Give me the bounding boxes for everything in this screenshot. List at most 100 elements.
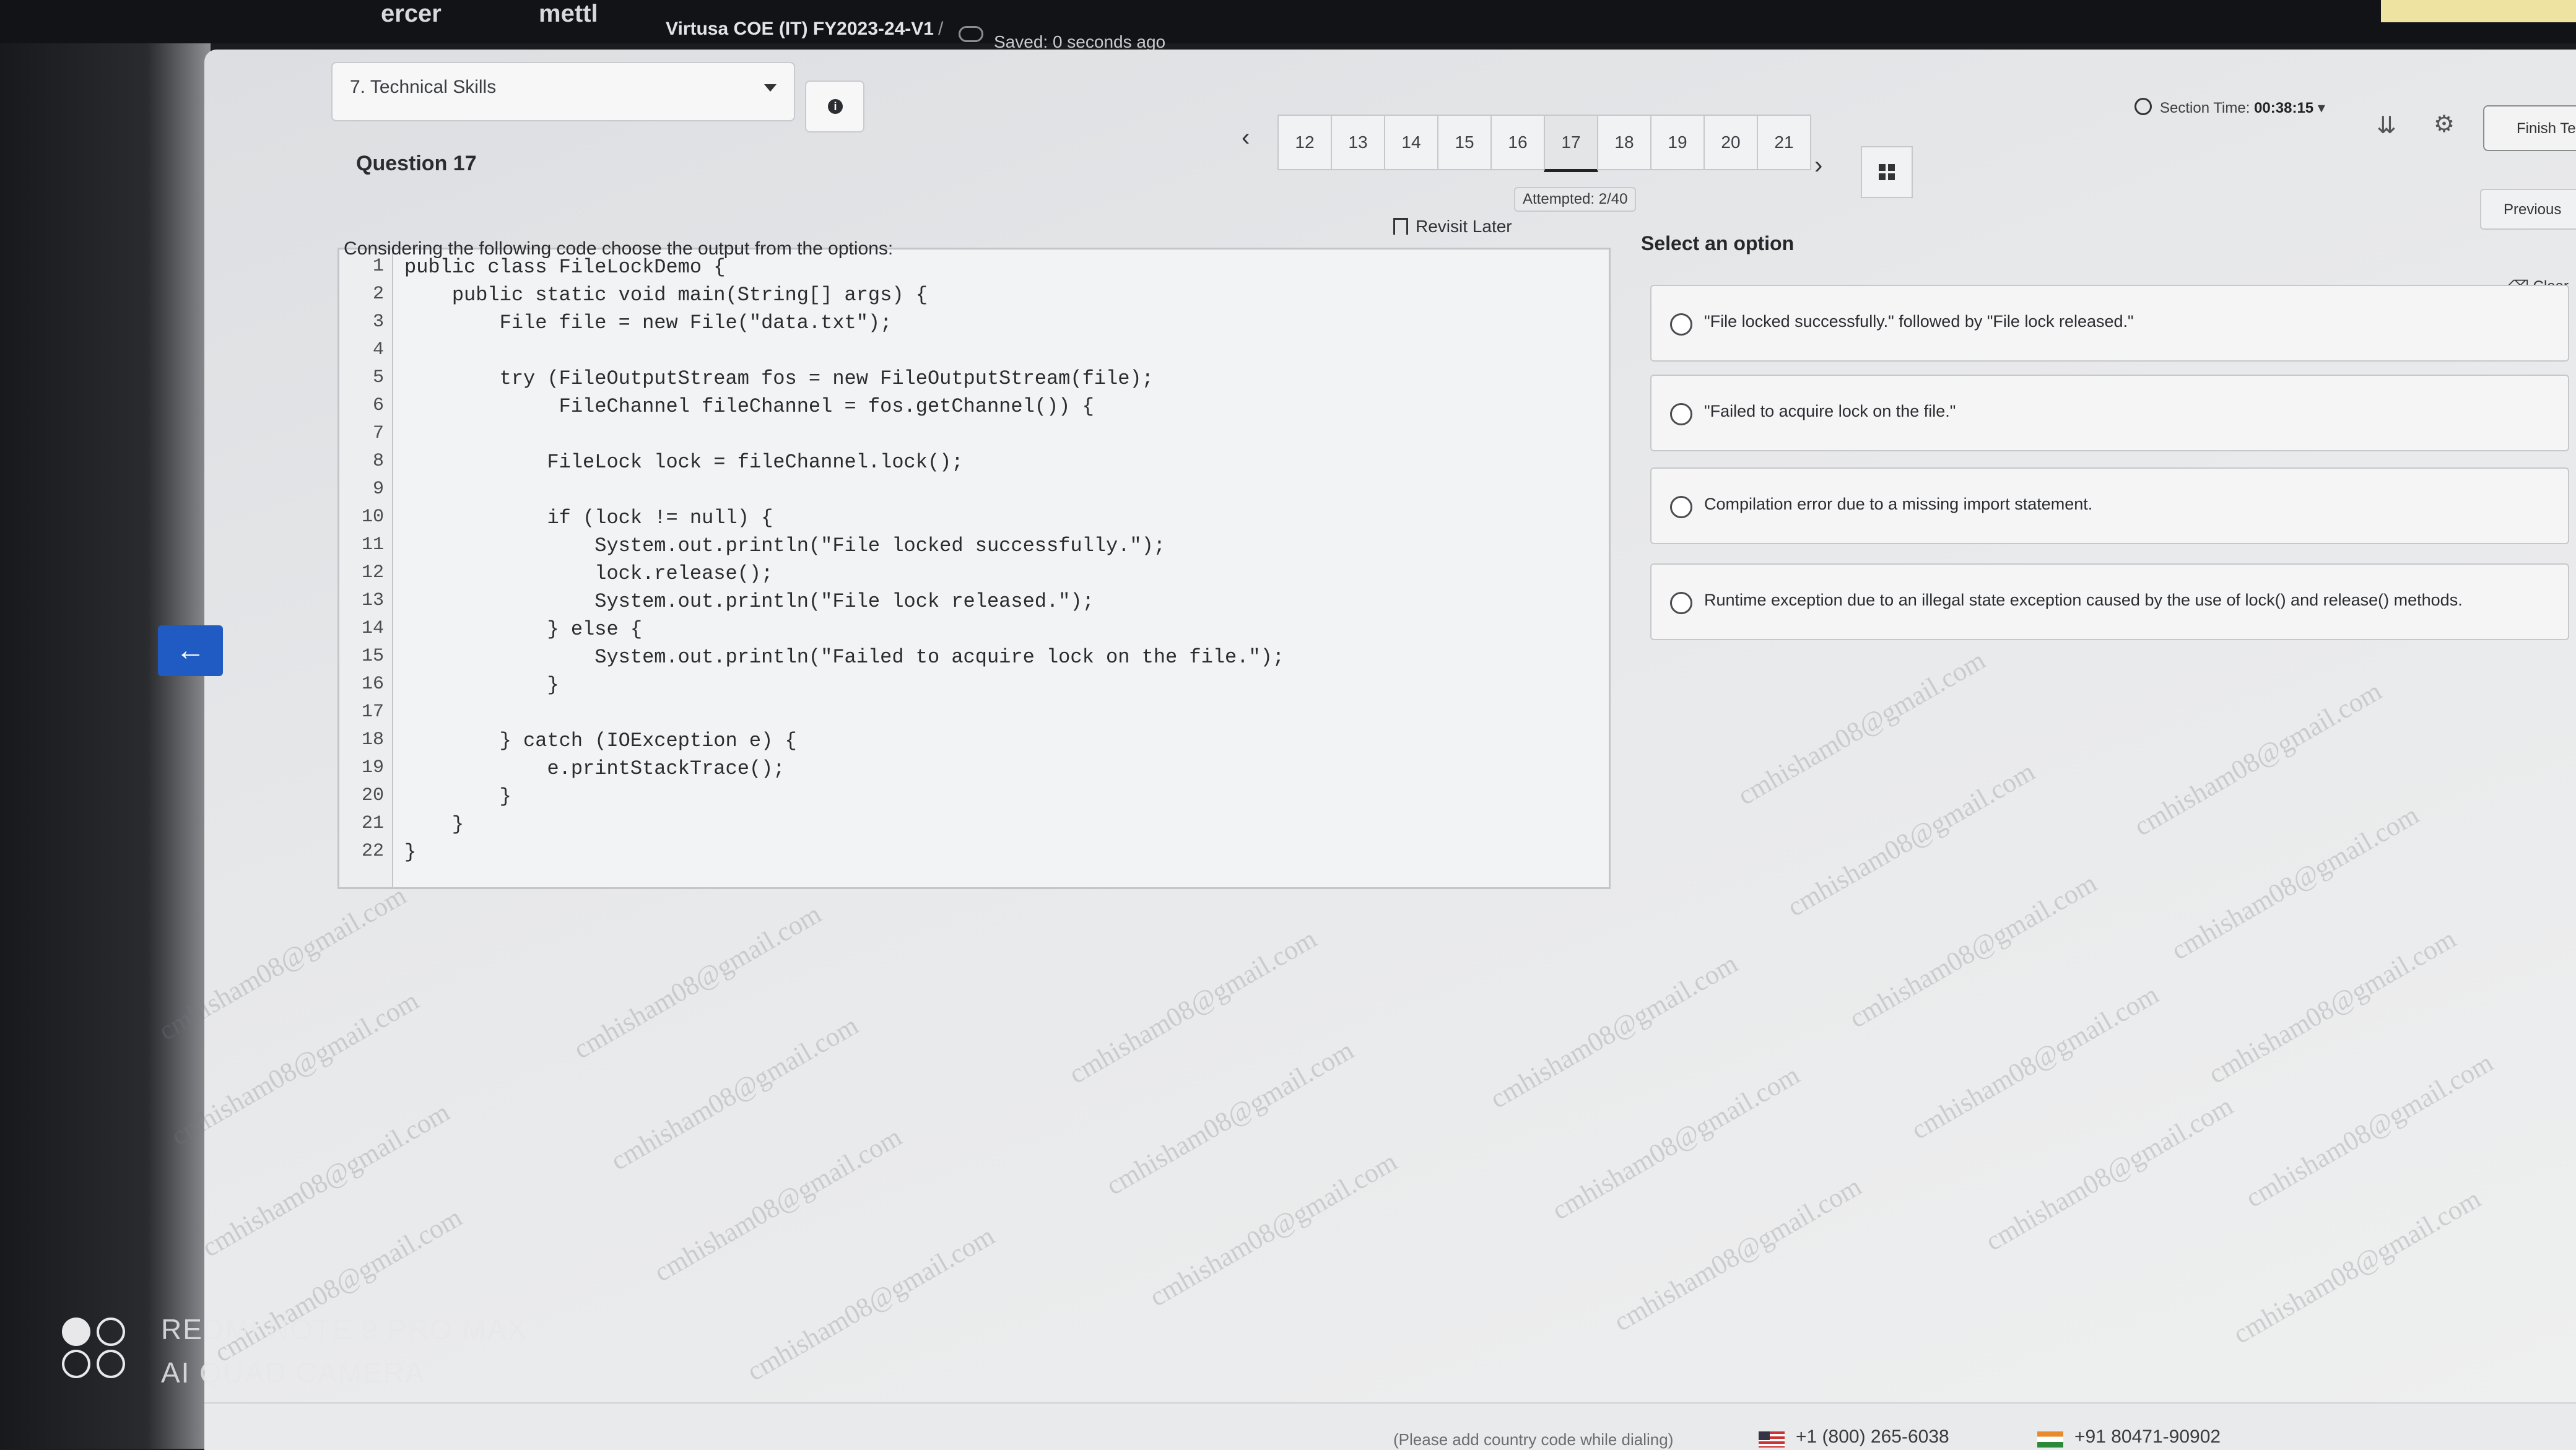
code-line: 12 lock.release(); <box>339 562 1578 590</box>
cloud-icon <box>959 26 983 42</box>
code-line: 22} <box>339 841 1578 869</box>
finish-test-label: Finish Te <box>2517 120 2576 137</box>
line-number: 22 <box>361 841 384 862</box>
page-button[interactable]: 13 <box>1331 115 1385 170</box>
revisit-later-button[interactable]: Revisit Later <box>1393 217 1512 237</box>
answer-option[interactable]: Runtime exception due to an illegal stat… <box>1650 563 2569 640</box>
section-time-label: Section Time: <box>2160 100 2250 116</box>
page-button[interactable]: 12 <box>1277 115 1332 170</box>
code-text: } <box>404 813 464 836</box>
dial-note: (Please add country code while dialing) <box>1393 1430 1674 1449</box>
radio-button[interactable] <box>1670 313 1692 336</box>
breadcrumb-separator: / <box>938 19 944 39</box>
camera-tagline: AI QUAD CAMERA <box>161 1357 425 1389</box>
section-timer: Section Time: 00:38:15 ▾ <box>2160 99 2325 117</box>
finish-test-button[interactable]: Finish Te <box>2483 105 2576 151</box>
code-text: } catch (IOException e) { <box>404 729 797 752</box>
page-button[interactable]: 19 <box>1650 115 1705 170</box>
code-text: FileChannel fileChannel = fos.getChannel… <box>404 395 1094 418</box>
code-text: System.out.println("File locked successf… <box>404 534 1165 557</box>
camera-model: REDMI NOTE 9 PRO MAX <box>161 1313 528 1345</box>
line-number: 20 <box>361 785 384 806</box>
question-title: Question 17 <box>356 152 477 175</box>
code-text: FileLock lock = fileChannel.lock(); <box>404 451 964 474</box>
code-line: 5 try (FileOutputStream fos = new FileOu… <box>339 367 1578 395</box>
page-button-active[interactable]: 17 <box>1544 115 1598 172</box>
line-number: 5 <box>372 367 384 388</box>
section-dropdown[interactable]: 7. Technical Skills <box>331 62 795 121</box>
radio-button[interactable] <box>1670 403 1692 425</box>
line-number: 15 <box>361 646 384 667</box>
arrow-left-icon[interactable]: ← <box>158 625 223 676</box>
page-button[interactable]: 15 <box>1437 115 1492 170</box>
page-button[interactable]: 14 <box>1384 115 1438 170</box>
answer-option[interactable]: "File locked successfully." followed by … <box>1650 285 2569 362</box>
code-line: 9 <box>339 479 1578 506</box>
code-line: 19 e.printStackTrace(); <box>339 757 1578 785</box>
line-number: 13 <box>361 590 384 611</box>
code-text: } <box>404 841 417 864</box>
section-dropdown-value: 7. Technical Skills <box>350 77 497 97</box>
code-text: try (FileOutputStream fos = new FileOutp… <box>404 367 1154 390</box>
device-bezel <box>0 43 211 1449</box>
revisit-later-label: Revisit Later <box>1416 217 1512 236</box>
code-line: 18 } catch (IOException e) { <box>339 729 1578 757</box>
line-number: 6 <box>372 395 384 416</box>
test-title: Virtusa COE (IT) FY2023-24-V1 <box>666 19 934 39</box>
page-button[interactable]: 20 <box>1704 115 1758 170</box>
line-number: 9 <box>372 479 384 500</box>
answer-option[interactable]: "Failed to acquire lock on the file." <box>1650 375 2569 451</box>
code-text: } else { <box>404 618 643 641</box>
brand-left: ercer <box>381 0 442 27</box>
code-text: e.printStackTrace(); <box>404 757 785 780</box>
previous-button[interactable]: Previous <box>2480 189 2576 230</box>
page-button[interactable]: 18 <box>1597 115 1651 170</box>
grid-icon <box>1879 164 1895 180</box>
line-number: 21 <box>361 813 384 834</box>
line-number: 10 <box>361 506 384 527</box>
question-prompt: Considering the following code choose th… <box>344 238 894 259</box>
code-line: 7 <box>339 423 1578 451</box>
section-time-value: 00:38:15 <box>2254 100 2314 116</box>
code-line: 3 File file = new File("data.txt"); <box>339 311 1578 339</box>
code-line: 21 } <box>339 813 1578 841</box>
select-option-label: Select an option <box>1641 232 1795 254</box>
line-number: 4 <box>372 339 384 360</box>
support-phone-in: +91 80471-90902 <box>2074 1426 2221 1447</box>
code-line: 10 if (lock != null) { <box>339 506 1578 534</box>
info-icon: i <box>828 99 843 114</box>
code-line: 16 } <box>339 674 1578 701</box>
chevron-left-icon[interactable]: ‹ <box>1242 124 1250 152</box>
bookmark-icon <box>1393 218 1408 235</box>
code-panel: 1 public class FileLockDemo { 2 public st… <box>337 248 1611 889</box>
info-button[interactable]: i <box>805 80 864 132</box>
page-button[interactable]: 16 <box>1490 115 1545 170</box>
question-grid-button[interactable] <box>1861 146 1913 198</box>
radio-button[interactable] <box>1670 592 1692 614</box>
page-button[interactable]: 21 <box>1757 115 1811 170</box>
line-number: 17 <box>361 701 384 723</box>
answer-option-text: Compilation error due to a missing impor… <box>1704 495 2093 513</box>
code-text: } <box>404 785 511 808</box>
chevron-right-icon[interactable]: › <box>1814 152 1822 180</box>
chevron-down-icon[interactable]: ▾ <box>2318 100 2325 116</box>
radio-button[interactable] <box>1670 496 1692 518</box>
top-banner <box>2381 0 2576 22</box>
line-number: 7 <box>372 423 384 444</box>
previous-label: Previous <box>2504 201 2562 218</box>
line-number: 2 <box>372 284 384 305</box>
india-flag-icon <box>2037 1431 2063 1448</box>
line-number: 12 <box>361 562 384 583</box>
answer-option[interactable]: Compilation error due to a missing impor… <box>1650 467 2569 544</box>
code-line: 4 <box>339 339 1578 367</box>
code-text: System.out.println("File lock released."… <box>404 590 1094 613</box>
code-text: } <box>404 674 559 697</box>
gear-icon[interactable]: ⚙ <box>2434 110 2455 138</box>
collapse-icon[interactable]: ⇊ <box>2377 111 2396 139</box>
code-line: 11 System.out.println("File locked succe… <box>339 534 1578 562</box>
brand-logo: mettl <box>539 0 598 27</box>
code-line: 2 public static void main(String[] args)… <box>339 284 1578 311</box>
answer-option-text: Runtime exception due to an illegal stat… <box>1704 591 2463 609</box>
line-number: 8 <box>372 451 384 472</box>
clock-icon <box>2134 98 2152 115</box>
